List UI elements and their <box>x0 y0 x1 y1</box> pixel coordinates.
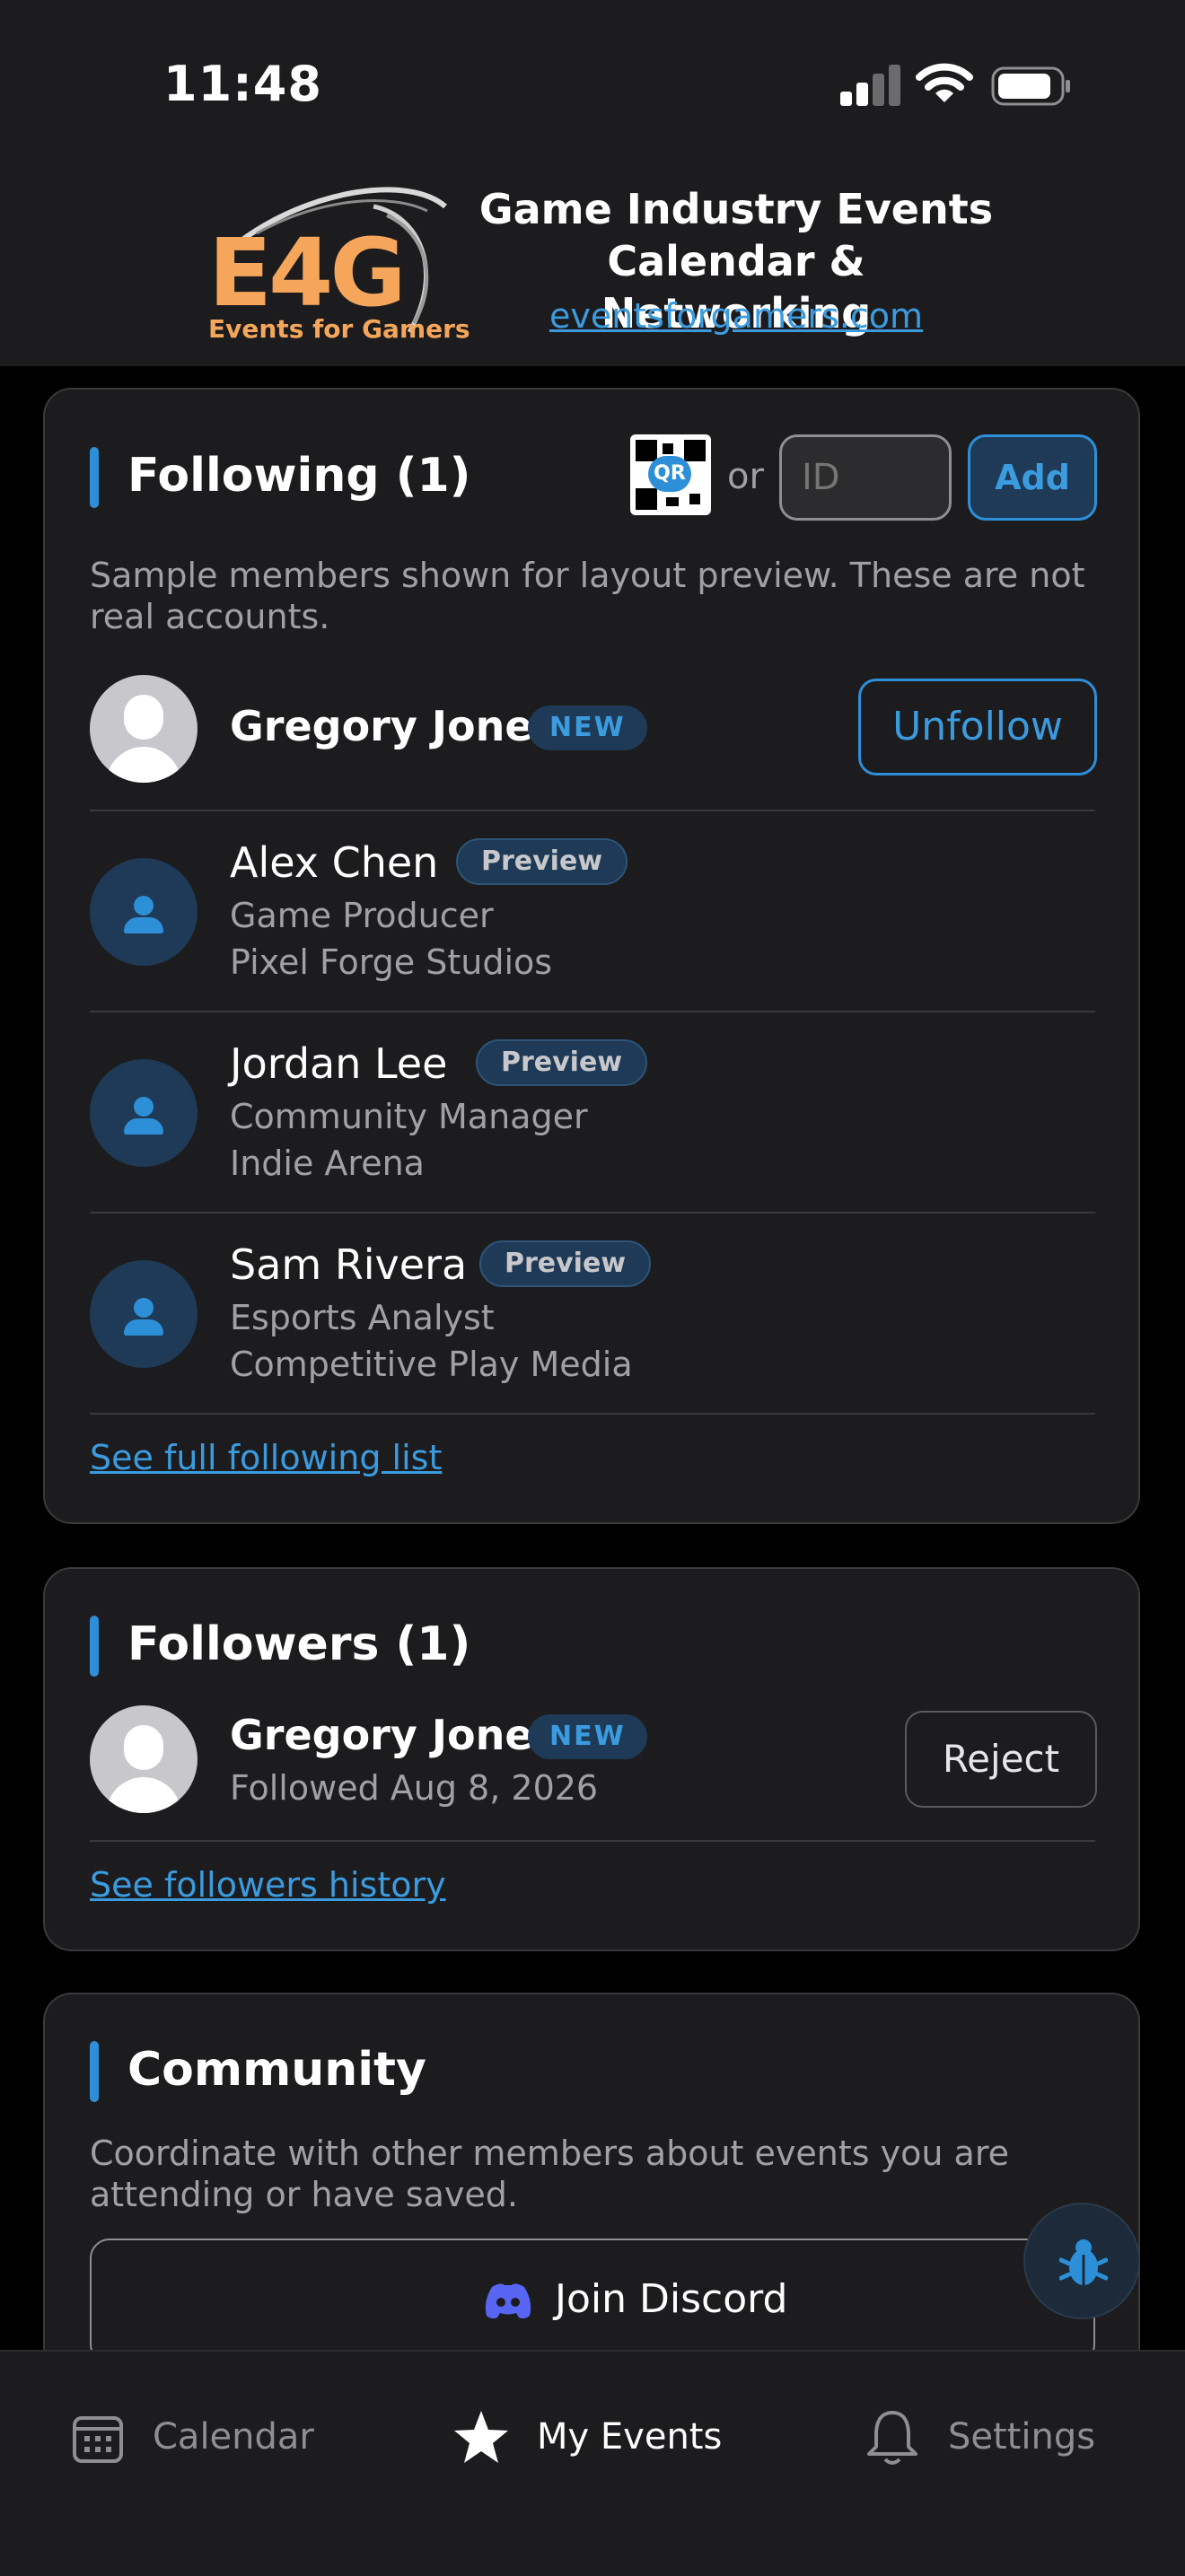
followed-date: Followed Aug 8, 2026 <box>230 1768 599 1808</box>
community-description: Coordinate with other members about even… <box>90 2134 1009 2214</box>
new-badge: NEW <box>528 1714 647 1759</box>
community-title: Community <box>127 2043 426 2097</box>
member-name[interactable]: Alex Chen <box>230 838 438 887</box>
status-time: 11:48 <box>163 56 322 112</box>
join-discord-button[interactable]: Join Discord <box>90 2239 1095 2364</box>
star-icon <box>454 2411 508 2463</box>
qr-icon: QR <box>648 456 691 492</box>
member-company: Pixel Forge Studios <box>230 942 553 982</box>
section-accent-bar <box>90 2041 99 2102</box>
member-name[interactable]: Jordan Lee <box>230 1039 447 1088</box>
member-name[interactable]: Gregory Jones <box>230 702 557 750</box>
bell-icon <box>867 2411 917 2465</box>
member-company: Competitive Play Media <box>230 1345 633 1384</box>
avatar <box>90 675 198 783</box>
member-role: Esports Analyst <box>230 1298 495 1337</box>
divider <box>90 1413 1095 1415</box>
section-accent-bar <box>90 1616 99 1677</box>
section-accent-bar <box>90 447 99 508</box>
battery-icon <box>991 66 1070 106</box>
member-name[interactable]: Gregory Jones <box>230 1711 557 1759</box>
followers-title: Followers (1) <box>127 1617 471 1671</box>
status-bar: 11:48 <box>0 0 1185 144</box>
add-button-label: Add <box>995 458 1070 497</box>
reject-button[interactable]: Reject <box>905 1711 1097 1808</box>
logo-tagline: Events for Gamers <box>208 314 470 344</box>
preview-badge: Preview <box>456 838 628 885</box>
avatar <box>90 1705 198 1813</box>
see-followers-history-link[interactable]: See followers history <box>90 1865 446 1905</box>
qr-scan-button[interactable]: QR <box>630 434 711 515</box>
bottom-tab-bar: Calendar My Events Settings <box>0 2350 1185 2576</box>
person-icon <box>90 1059 198 1167</box>
cellular-signal-icon <box>840 65 901 106</box>
member-role: Community Manager <box>230 1097 588 1136</box>
unfollow-label: Unfollow <box>892 704 1063 749</box>
see-following-link[interactable]: See full following list <box>90 1438 442 1477</box>
member-company: Indie Arena <box>230 1143 425 1183</box>
community-card: Community Coordinate with other members … <box>43 1993 1140 2405</box>
divider <box>90 1840 1095 1842</box>
member-role: Game Producer <box>230 896 494 935</box>
website-link[interactable]: eventsforgamers.com <box>467 296 1005 336</box>
preview-notice: Sample members shown for layout preview.… <box>90 556 1085 636</box>
person-icon <box>90 858 198 966</box>
or-text: or <box>727 456 764 497</box>
debug-button[interactable] <box>1023 2203 1140 2319</box>
join-discord-label: Join Discord <box>555 2276 788 2322</box>
tab-label: My Events <box>537 2416 723 2458</box>
tab-settings[interactable]: Settings <box>865 2405 1135 2477</box>
reject-label: Reject <box>942 1737 1060 1781</box>
tab-my-events[interactable]: My Events <box>452 2405 740 2477</box>
app-header: E4G Events for Gamers Game Industry Even… <box>0 144 1185 366</box>
wifi-icon <box>916 63 973 102</box>
divider <box>90 1011 1095 1012</box>
logo-wordmark: E4G <box>208 218 407 328</box>
member-id-input[interactable] <box>779 434 952 521</box>
following-card: Following (1) QR or Add Sample members s… <box>43 388 1140 1524</box>
preview-badge: Preview <box>479 1240 652 1287</box>
tab-calendar[interactable]: Calendar <box>72 2405 359 2477</box>
divider <box>90 1212 1095 1214</box>
discord-icon <box>485 2283 531 2319</box>
new-badge: NEW <box>528 705 647 750</box>
tab-label: Calendar <box>153 2416 314 2458</box>
header-title-line1: Game Industry Events <box>478 185 994 233</box>
tab-label: Settings <box>948 2416 1096 2458</box>
member-name[interactable]: Sam Rivera <box>230 1240 467 1289</box>
divider <box>90 810 1095 811</box>
person-icon <box>90 1260 198 1368</box>
e4g-logo[interactable]: E4G Events for Gamers <box>203 180 470 344</box>
calendar-icon <box>73 2416 123 2463</box>
add-follow-button[interactable]: Add <box>968 434 1097 521</box>
bug-icon <box>1059 2239 1108 2285</box>
unfollow-button[interactable]: Unfollow <box>858 679 1097 775</box>
preview-badge: Preview <box>476 1039 648 1086</box>
followers-card: Followers (1) Gregory Jones NEW Followed… <box>43 1567 1140 1951</box>
following-title: Following (1) <box>127 449 471 503</box>
